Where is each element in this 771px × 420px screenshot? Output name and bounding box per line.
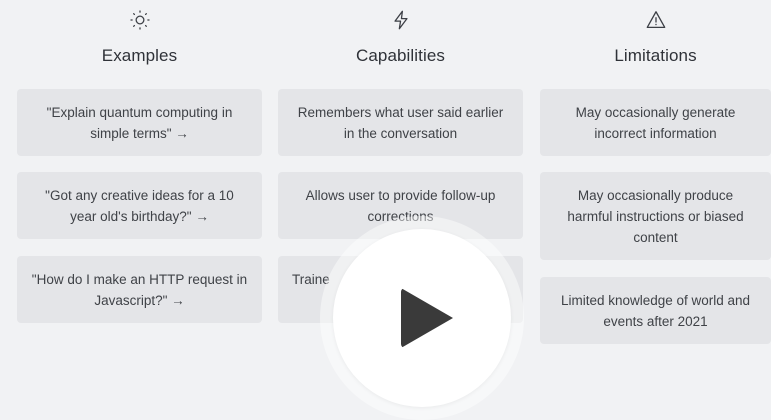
limitations-title: Limitations <box>614 46 697 65</box>
capabilities-title: Capabilities <box>355 46 446 65</box>
example-card-quantum[interactable]: "Explain quantum computing in simple ter… <box>17 89 262 156</box>
example-card-http[interactable]: "How do I make an HTTP request in Javasc… <box>17 256 262 323</box>
play-button[interactable] <box>320 216 524 420</box>
limitation-card-harmful: May occasionally produce harmful instruc… <box>540 172 771 260</box>
capability-card-memory: Remembers what user said earlier in the … <box>278 89 523 156</box>
warning-icon <box>644 8 668 32</box>
play-icon <box>401 288 453 348</box>
examples-title: Examples <box>101 46 178 65</box>
limitation-card-incorrect: May occasionally generate incorrect info… <box>540 89 771 156</box>
sun-icon <box>128 8 152 32</box>
limitation-card-knowledge: Limited knowledge of world and events af… <box>540 277 771 344</box>
lightning-icon <box>389 8 413 32</box>
play-button-disc[interactable] <box>333 229 511 407</box>
example-card-birthday[interactable]: "Got any creative ideas for a 10 year ol… <box>17 172 262 239</box>
